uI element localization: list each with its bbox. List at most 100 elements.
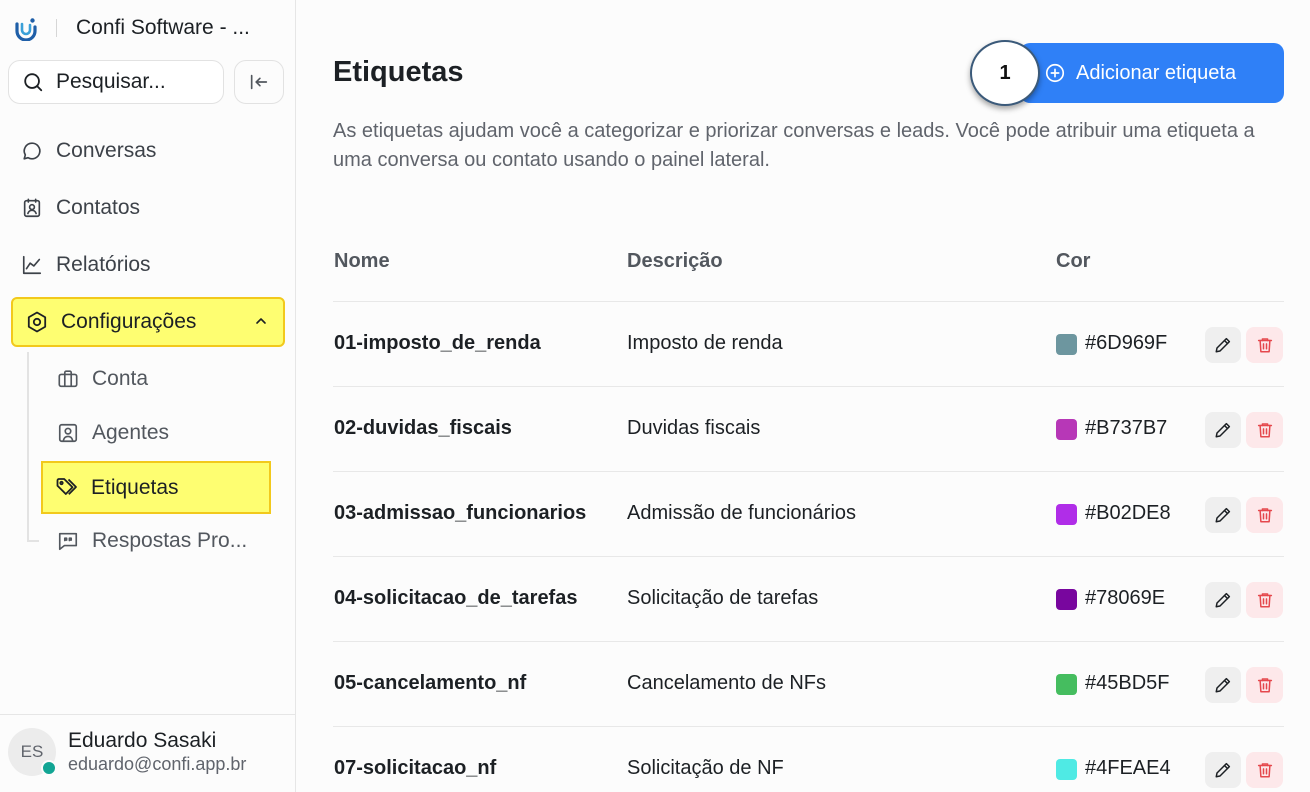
sidebar-subitem-label: Etiquetas: [91, 475, 179, 499]
pencil-icon: [1215, 422, 1231, 438]
label-color-code: #78069E: [1085, 587, 1166, 609]
sidebar-item-label: Relatórios: [56, 253, 151, 276]
table-row: 07-solicitacao_nf Solicitação de NF #4FEAE…: [333, 726, 1284, 792]
user-name: Eduardo Sasaki: [68, 729, 217, 752]
label-description: Solicitação de NF: [627, 757, 784, 779]
contact-card-icon: [20, 196, 44, 220]
label-name: 02-duvidas_fiscais: [334, 417, 512, 439]
trash-icon: [1257, 763, 1272, 778]
edit-button[interactable]: [1205, 412, 1241, 448]
edit-button[interactable]: [1205, 497, 1241, 533]
page-title: Etiquetas: [333, 56, 464, 88]
sidebar-item-relatorios[interactable]: Relatórios: [8, 242, 286, 288]
pencil-icon: [1215, 592, 1231, 608]
message-square-quote-icon: [56, 529, 80, 553]
color-swatch: [1056, 334, 1077, 355]
delete-button[interactable]: [1246, 667, 1283, 703]
delete-button[interactable]: [1246, 497, 1283, 533]
column-header-name: Nome: [334, 250, 390, 272]
edit-button[interactable]: [1205, 582, 1241, 618]
collapse-sidebar-button[interactable]: [234, 60, 284, 104]
trash-icon: [1257, 338, 1272, 353]
sidebar-item-label: Configurações: [61, 310, 197, 333]
color-swatch: [1056, 419, 1077, 440]
sidebar-subitem-etiquetas[interactable]: Etiquetas: [41, 461, 271, 514]
collapse-left-icon: [250, 74, 268, 90]
app-title: Confi Software - ...: [76, 16, 250, 39]
column-header-description: Descrição: [627, 250, 723, 272]
label-color-code: #4FEAE4: [1085, 757, 1171, 779]
pencil-icon: [1215, 337, 1231, 353]
label-color-code: #6D969F: [1085, 332, 1168, 354]
sidebar: Confi Software - ... Conversas Contatos …: [0, 0, 296, 792]
column-header-color: Cor: [1056, 250, 1091, 272]
briefcase-icon: [56, 367, 80, 391]
app-logo-icon: [15, 18, 37, 41]
edit-button[interactable]: [1205, 752, 1241, 788]
brand: Confi Software - ...: [14, 14, 250, 42]
chevron-up-icon: [256, 318, 266, 324]
chat-bubble-icon: [20, 139, 44, 163]
label-name: 07-solicitacao_nf: [334, 757, 497, 779]
color-swatch: [1056, 504, 1077, 525]
trash-icon: [1257, 508, 1272, 523]
sidebar-subitem-respostas[interactable]: Respostas Pro...: [44, 516, 270, 566]
add-label-button[interactable]: Adicionar etiqueta: [1020, 43, 1284, 103]
tags-icon: [55, 476, 79, 500]
sidebar-item-label: Conversas: [56, 139, 157, 162]
search-box[interactable]: [8, 60, 224, 104]
delete-button[interactable]: [1246, 412, 1283, 448]
trash-icon: [1257, 593, 1272, 608]
add-label-button-text: Adicionar etiqueta: [1076, 61, 1237, 84]
search-icon: [24, 73, 43, 92]
delete-button[interactable]: [1246, 327, 1283, 363]
pencil-icon: [1215, 507, 1231, 523]
sidebar-item-configuracoes[interactable]: Configurações: [11, 297, 285, 347]
page-description: As etiquetas ajudam você a categorizar e…: [333, 120, 1255, 171]
sidebar-subitem-agentes[interactable]: Agentes: [44, 408, 270, 458]
table-row: 02-duvidas_fiscais Duvidas fiscais #B737B7: [333, 386, 1284, 471]
label-color-code: #B737B7: [1085, 417, 1168, 439]
search-input[interactable]: [56, 70, 216, 94]
edit-button[interactable]: [1205, 667, 1241, 703]
user-profile[interactable]: ES Eduardo Sasaki eduardo@confi.app.br: [0, 714, 296, 792]
label-description: Cancelamento de NFs: [627, 672, 826, 694]
user-square-icon: [56, 421, 80, 445]
plus-circle-icon: [1044, 62, 1066, 84]
step-marker: 1: [970, 40, 1040, 106]
user-email: eduardo@confi.app.br: [68, 754, 247, 774]
color-swatch: [1056, 589, 1077, 610]
label-description: Imposto de renda: [627, 332, 783, 354]
online-status-icon: [41, 760, 57, 776]
trash-icon: [1257, 678, 1272, 693]
edit-button[interactable]: [1205, 327, 1241, 363]
pencil-icon: [1215, 762, 1231, 778]
table-row: 01-imposto_de_renda Imposto de renda #6D96…: [333, 301, 1284, 386]
label-name: 05-cancelamento_nf: [334, 672, 527, 694]
color-swatch: [1056, 674, 1077, 695]
sidebar-item-conversas[interactable]: Conversas: [8, 128, 286, 174]
sidebar-item-contatos[interactable]: Contatos: [8, 185, 286, 231]
label-description: Admissão de funcionários: [627, 502, 857, 524]
label-name: 03-admissao_funcionarios: [334, 502, 587, 524]
color-swatch: [1056, 759, 1077, 780]
sidebar-item-label: Contatos: [56, 196, 141, 219]
label-color-code: #B02DE8: [1085, 502, 1171, 524]
delete-button[interactable]: [1246, 752, 1283, 788]
label-description: Solicitação de tarefas: [627, 587, 819, 609]
trash-icon: [1257, 423, 1272, 438]
table-row: 03-admissao_funcionarios Admissão de func…: [333, 471, 1284, 556]
sidebar-subitem-label: Conta: [92, 367, 149, 390]
sidebar-subitem-label: Agentes: [92, 421, 170, 444]
table-row: 05-cancelamento_nf Cancelamento de NFs #45…: [333, 641, 1284, 726]
delete-button[interactable]: [1246, 582, 1283, 618]
label-name: 01-imposto_de_renda: [334, 332, 541, 354]
sidebar-subitem-label: Respostas Pro...: [92, 529, 248, 552]
pencil-icon: [1215, 677, 1231, 693]
brand-divider: [56, 19, 57, 37]
line-chart-icon: [20, 253, 44, 277]
sidebar-subitem-conta[interactable]: Conta: [44, 354, 270, 404]
submenu-tree-line: [27, 352, 29, 542]
label-color-code: #45BD5F: [1085, 672, 1170, 694]
submenu-tree-corner: [27, 540, 39, 542]
